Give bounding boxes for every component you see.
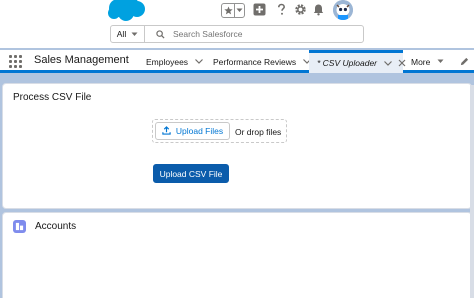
- global-actions-plus-icon[interactable]: [252, 2, 267, 17]
- upload-files-button[interactable]: Upload Files: [155, 122, 230, 140]
- search-input[interactable]: Search Salesforce: [173, 29, 242, 39]
- tab-label: Employees: [146, 56, 189, 67]
- search-scope-label: All: [116, 29, 127, 39]
- tab-label: Performance Reviews: [213, 56, 297, 67]
- tab-csv-uploader[interactable]: * CSV Uploader: [309, 50, 406, 73]
- accounts-icon: [13, 220, 26, 233]
- upload-files-label: Upload Files: [175, 126, 224, 136]
- drop-files-label: Or drop files: [235, 127, 282, 137]
- user-avatar[interactable]: [333, 0, 353, 20]
- app-launcher-waffle-icon[interactable]: [9, 55, 22, 68]
- card-title: Accounts: [35, 221, 77, 232]
- favorites-list-caret-icon[interactable]: [235, 4, 244, 17]
- app-navigation-bar: Sales Management Employees Performance R…: [0, 50, 474, 73]
- notifications-bell-icon[interactable]: [311, 2, 326, 17]
- global-header: All Search Salesforce: [0, 0, 474, 48]
- favorites-button-group: [221, 3, 245, 18]
- accounts-card: Accounts: [2, 212, 472, 298]
- chevron-down-icon[interactable]: [384, 60, 392, 66]
- tab-label: * CSV Uploader: [317, 58, 378, 68]
- card-title: Process CSV File: [13, 92, 92, 103]
- favorites-star-icon[interactable]: [222, 4, 235, 17]
- search-icon: [151, 29, 169, 39]
- upload-csv-button[interactable]: Upload CSV File: [153, 164, 229, 183]
- tab-more[interactable]: More: [411, 50, 444, 73]
- chevron-down-icon: [131, 29, 138, 39]
- salesforce-cloud-logo[interactable]: [106, 0, 146, 22]
- edit-nav-items-pencil-icon[interactable]: [460, 50, 469, 73]
- tab-employees[interactable]: Employees: [146, 50, 203, 73]
- main-content: Process CSV File Upload Files Or drop fi…: [2, 82, 472, 298]
- page-scrollbar[interactable]: [470, 85, 474, 298]
- process-csv-card: Process CSV File Upload Files Or drop fi…: [2, 83, 472, 209]
- caret-down-icon: [437, 59, 444, 64]
- search-scope-dropdown[interactable]: All: [111, 26, 145, 42]
- tab-label: More: [411, 56, 431, 67]
- tab-performance-reviews[interactable]: Performance Reviews: [213, 50, 312, 73]
- chevron-down-icon[interactable]: [195, 59, 203, 64]
- close-tab-icon[interactable]: [398, 59, 406, 67]
- global-search-box: All Search Salesforce: [110, 25, 364, 43]
- app-name: Sales Management: [34, 54, 129, 66]
- help-question-icon[interactable]: [274, 2, 289, 17]
- setup-gear-icon[interactable]: [293, 2, 308, 17]
- upload-icon: [162, 125, 171, 137]
